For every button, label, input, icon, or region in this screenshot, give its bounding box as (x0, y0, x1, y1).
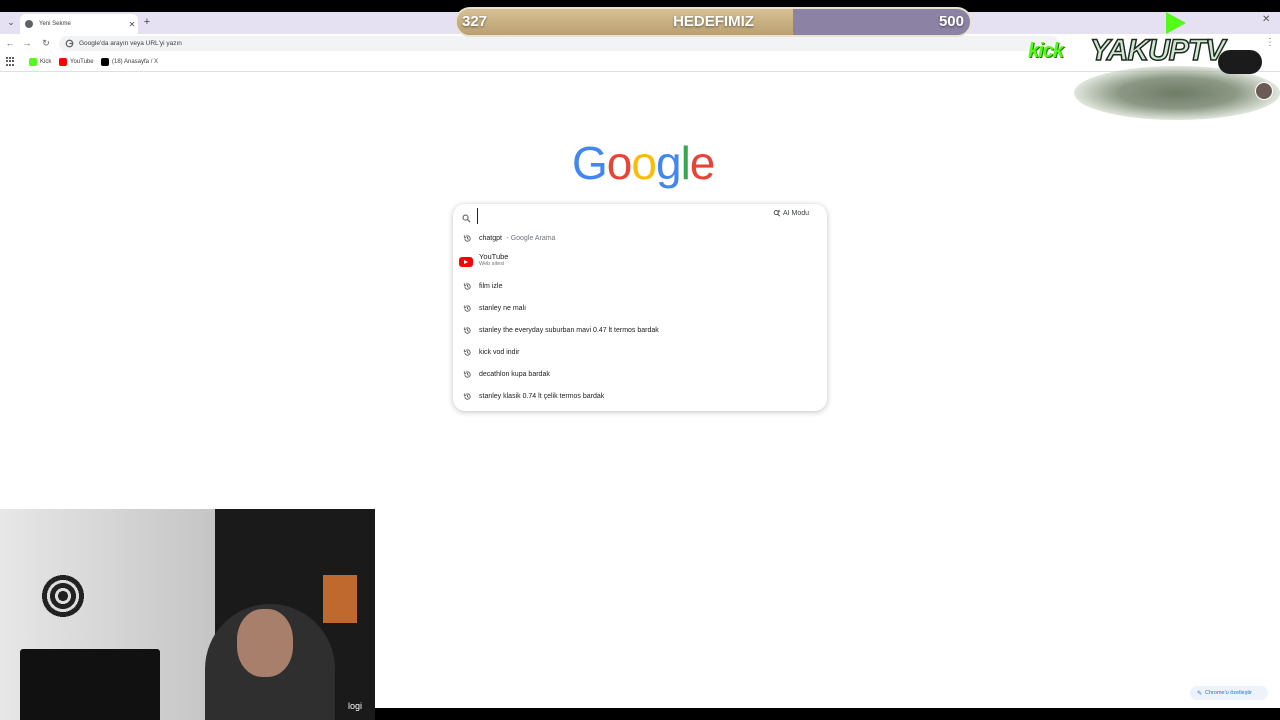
history-icon (462, 303, 472, 313)
suggestion-item[interactable]: stanley the everyday suburban mavi 0.47 … (453, 320, 827, 340)
suggestion-text: decathlon kupa bardak (479, 370, 550, 378)
suggestion-item[interactable]: kick vod indir (453, 342, 827, 362)
google-g-icon (64, 39, 74, 49)
youtube-icon (59, 58, 67, 66)
goal-target-value: 500 (938, 13, 964, 30)
google-letter: g (655, 137, 682, 189)
suggestion-text: chatgpt (479, 234, 502, 242)
ai-mode-button[interactable]: AI Modu (773, 209, 809, 217)
pencil-icon: ✎ (1197, 690, 1203, 697)
dartboard-image (40, 573, 86, 619)
suggestion-item[interactable]: chatgpt - Google Arama (453, 228, 827, 248)
youtube-icon (459, 257, 473, 267)
webcam-brand: logi (348, 701, 363, 711)
bookmark-kick[interactable]: Kick (29, 56, 51, 68)
suggestion-text: film izle (479, 282, 503, 290)
history-icon (462, 233, 472, 243)
chrome-favicon-icon (25, 20, 33, 28)
back-arrow-icon[interactable]: ← (4, 37, 16, 49)
suggestion-item[interactable]: stanley ne malı (453, 298, 827, 318)
streamer-head (237, 609, 293, 677)
webcam-overlay: logi (0, 509, 375, 720)
forward-arrow-icon[interactable]: → (21, 37, 33, 49)
bookmark-youtube[interactable]: YouTube (59, 56, 94, 68)
reload-icon[interactable]: ↻ (40, 37, 52, 49)
google-letter: l (680, 137, 691, 189)
search-icon (462, 210, 472, 223)
gamepad-icon (1218, 50, 1262, 74)
search-input[interactable] (477, 208, 762, 224)
apps-grid-icon[interactable] (6, 57, 15, 66)
channel-logo-text: YAKUPTV (1089, 33, 1226, 68)
suggestion-item[interactable]: stanley klasik 0.74 lt çelik termos bard… (453, 386, 827, 406)
ai-sparkle-search-icon (773, 209, 781, 217)
suggestion-item[interactable]: decathlon kupa bardak (453, 364, 827, 384)
suggestion-item[interactable]: film izle (453, 276, 827, 296)
suggestion-text: stanley the everyday suburban mavi 0.47 … (479, 326, 659, 334)
history-icon (462, 347, 472, 357)
bottom-black-strip (375, 708, 1280, 720)
google-letter: e (689, 137, 716, 189)
address-placeholder: Google'da arayın veya URL'yi yazın (79, 40, 182, 47)
customize-chrome-label: Chrome'u özelleştir (1205, 690, 1252, 696)
kick-icon (29, 58, 37, 66)
monitor-image (20, 649, 160, 720)
history-icon (462, 281, 472, 291)
ai-mode-label: AI Modu (783, 209, 810, 217)
suggestion-text: stanley klasik 0.74 lt çelik termos bard… (479, 392, 605, 400)
google-letter: G (572, 137, 608, 189)
kick-logo-text: kick (1028, 40, 1064, 62)
tab-close-icon[interactable]: ✕ (126, 20, 138, 29)
new-tab-button[interactable]: + (141, 15, 153, 29)
goal-progress-bar: 327 HEDEFIMIZ 500 (455, 7, 972, 37)
profile-avatar[interactable] (1255, 82, 1273, 100)
google-logo: Google (572, 136, 716, 189)
suggestion-text: kick vod indir (479, 348, 520, 356)
suggestion-subtext: Web sitesi (479, 261, 505, 267)
suggestion-text: stanley ne malı (479, 304, 527, 312)
suggestion-subtext: - Google Arama (506, 234, 556, 242)
history-icon (462, 391, 472, 401)
tab-title: Yeni Sekme (39, 21, 71, 27)
google-letter: o (631, 137, 657, 189)
poster-image (323, 575, 357, 623)
stream-logo-overlay: kick YAKUPTV (1026, 6, 1280, 120)
history-icon (462, 325, 472, 335)
logo-backdrop (1074, 66, 1280, 120)
search-row: AI Modu (453, 204, 827, 226)
search-suggestions-box: AI Modu chatgpt - Google Arama YouTube W… (453, 204, 827, 411)
history-icon (462, 369, 472, 379)
customize-chrome-button[interactable]: ✎ Chrome'u özelleştir (1190, 686, 1268, 700)
suggestion-item-youtube[interactable]: YouTube Web sitesi (453, 252, 827, 272)
play-icon (1166, 12, 1186, 34)
tab-new-tab[interactable]: Yeni Sekme ✕ (20, 14, 138, 34)
x-icon (101, 58, 109, 66)
tab-search-icon[interactable]: ⌄ (5, 16, 17, 28)
suggestion-text: YouTube (479, 252, 509, 261)
goal-title: HEDEFIMIZ (673, 13, 754, 30)
google-letter: o (606, 137, 633, 189)
bookmark-x[interactable]: (18) Anasayfa / X (101, 56, 158, 68)
address-bar[interactable]: Google'da arayın veya URL'yi yazın (59, 36, 1059, 51)
